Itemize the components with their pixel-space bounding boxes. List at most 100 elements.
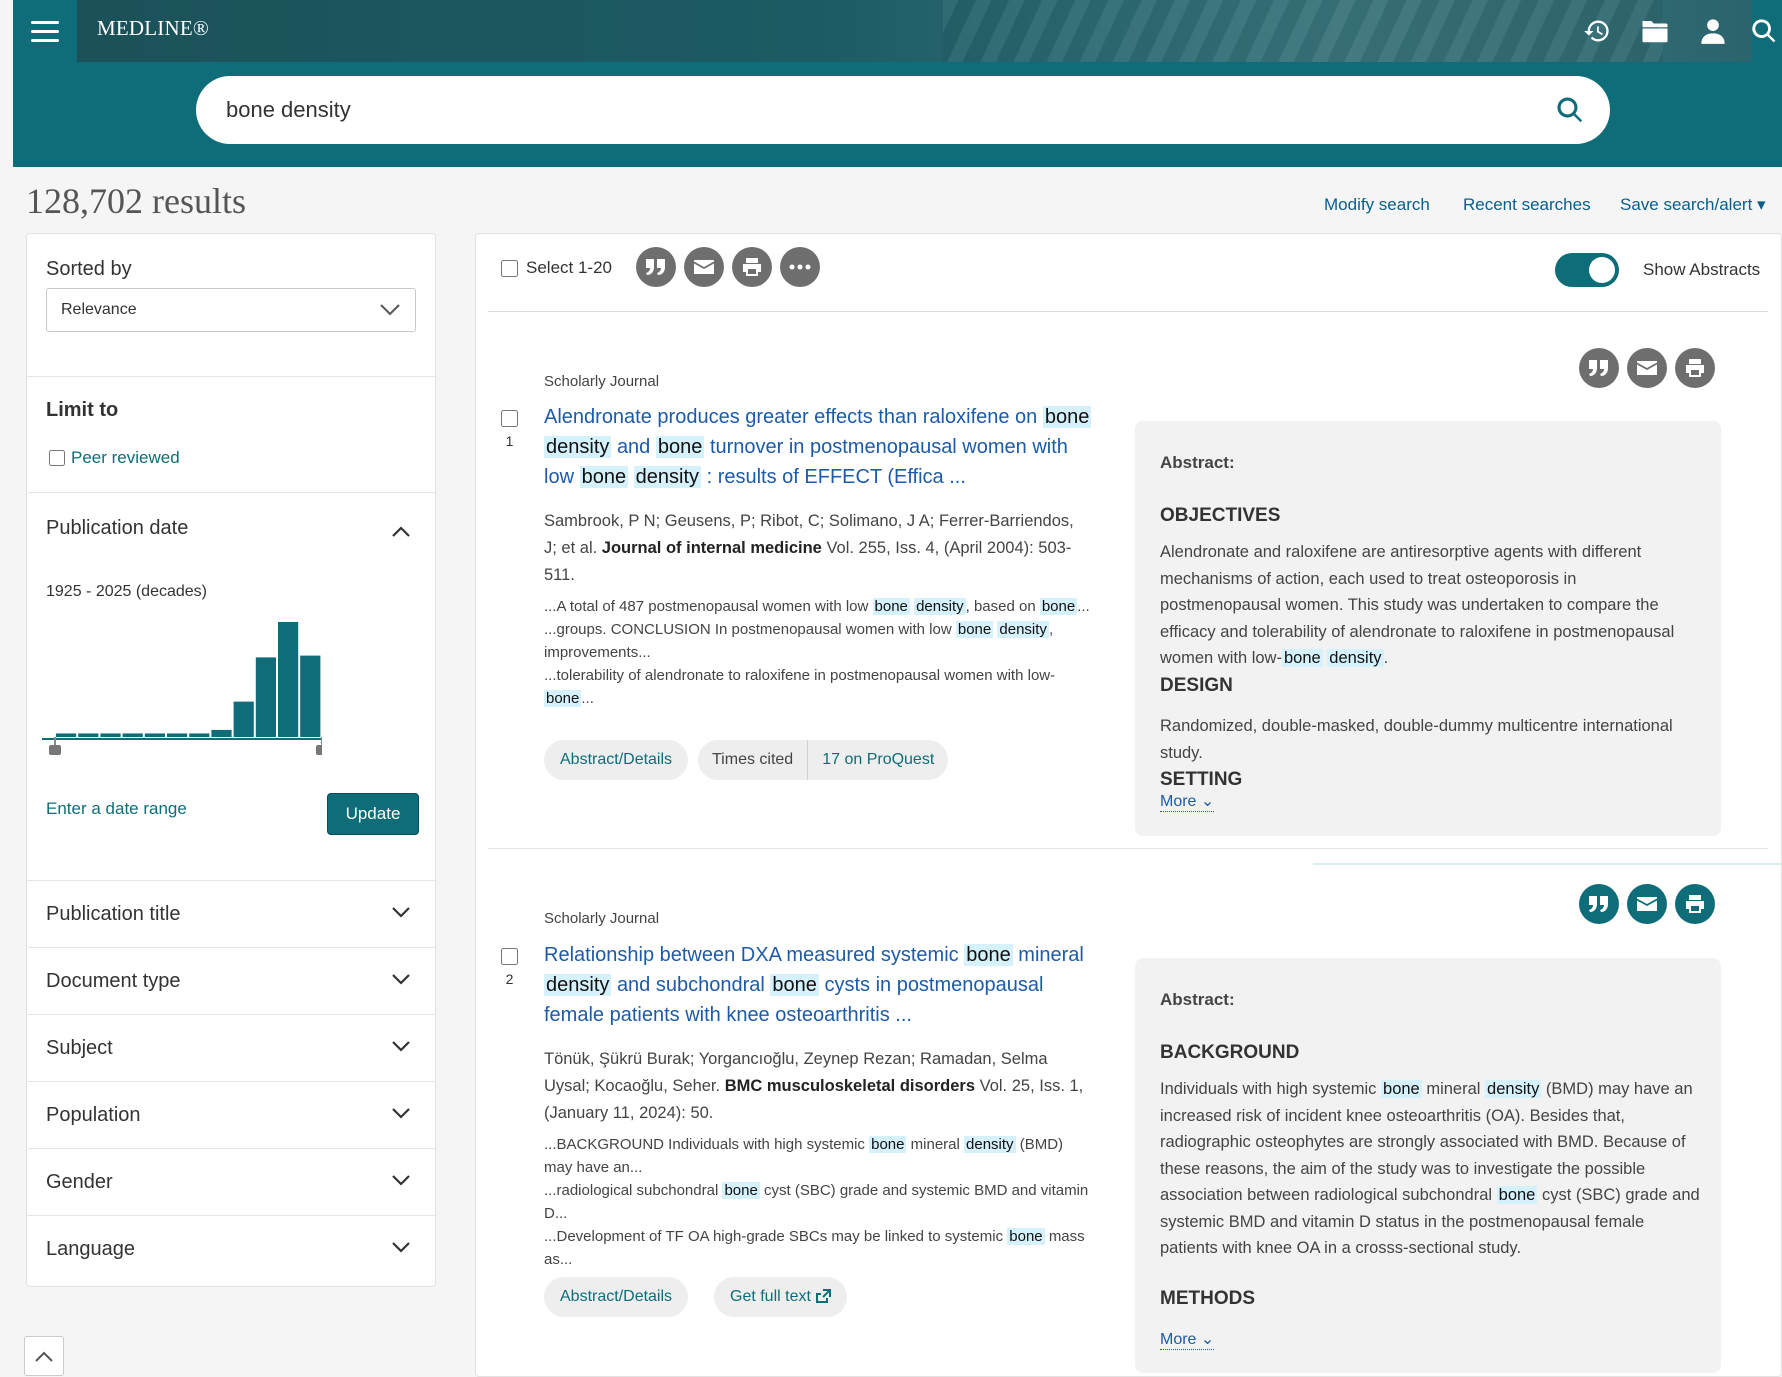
limit-to-heading: Limit to [46,399,119,421]
email-button[interactable] [1627,348,1667,388]
abstract-section-heading: BACKGROUND [1160,1042,1300,1063]
save-search-alert-link[interactable]: Save search/alert ▾ [1620,195,1766,215]
filters-sidebar: Sorted by Relevance Limit to Peer review… [26,233,436,1287]
highlight-term: bone [655,436,705,458]
button-label: Abstract/Details [560,751,673,768]
print-button[interactable] [732,247,772,287]
chevron-up-icon[interactable] [391,524,411,538]
times-cited-label: Times cited [698,740,809,780]
histogram-bar[interactable] [167,733,188,737]
select-all-label[interactable]: Select 1-20 [526,258,612,278]
facet-subject[interactable]: Subject [27,1014,435,1081]
title-text: : results of EFFECT (Effica ... [706,466,966,488]
sort-select[interactable]: Relevance [46,288,416,332]
peer-reviewed-label[interactable]: Peer reviewed [71,448,180,468]
envelope-icon [1637,361,1657,375]
histogram-bars [56,622,321,737]
histogram-bar[interactable] [255,657,276,737]
update-button[interactable]: Update [327,793,419,835]
histogram-bar[interactable] [278,622,299,737]
result-citation: Tönük, Şükrü Burak; Yorgancıoğlu, Zeynep… [544,1046,1084,1127]
snippet: ...Development of TF OA high-grade SBCs … [544,1228,1085,1268]
abstract-label: Abstract: [1160,990,1235,1009]
title-text: Alendronate produces greater effects tha… [544,406,1038,428]
print-button[interactable] [1675,884,1715,924]
user-icon[interactable] [1696,14,1730,48]
histogram-bar[interactable] [300,655,321,737]
facet-label: Publication title [46,903,181,925]
abstract-section-heading: METHODS [1160,1288,1255,1309]
result-title-link[interactable]: Alendronate produces greater effects tha… [544,402,1094,492]
date-range-caption: 1925 - 2025 (decades) [46,583,207,600]
search-submit-button[interactable] [1550,90,1590,130]
divider [27,376,435,377]
search-icon[interactable] [1749,14,1779,48]
snippet: ...BACKGROUND Individuals with high syst… [544,1136,1064,1176]
more-link[interactable]: More ⌄ [1160,1329,1215,1350]
print-button[interactable] [1675,348,1715,388]
facet-label: Language [46,1238,135,1260]
publication-date-histogram[interactable] [42,609,322,759]
abstract-label: Abstract: [1160,453,1235,472]
quote-icon [1589,360,1608,376]
facet-publication-title[interactable]: Publication title [27,880,435,947]
more-link[interactable]: More ⌄ [1160,791,1215,812]
facet-population[interactable]: Population [27,1081,435,1148]
highlight-term: bone [1042,406,1092,428]
abstract-panel: Abstract: BACKGROUND Individuals with hi… [1135,958,1721,1373]
histogram-bar[interactable] [56,733,77,737]
sorted-by-label: Sorted by [46,258,132,280]
banner-artwork [943,0,1663,62]
menu-button[interactable] [13,0,77,62]
brand-logo[interactable]: MEDLINE® [97,16,209,41]
facet-document-type[interactable]: Document type [27,947,435,1014]
facet-gender[interactable]: Gender [27,1148,435,1215]
result-item: Scholarly Journal 1 Alendronate produces… [488,312,1768,872]
cite-button[interactable] [1579,884,1619,924]
histogram-bar[interactable] [144,733,165,737]
histogram-bar[interactable] [233,701,254,737]
cite-button[interactable] [1579,348,1619,388]
histogram-bar[interactable] [189,733,210,737]
recent-searches-link[interactable]: Recent searches [1463,195,1591,215]
abstract-details-button[interactable]: Abstract/Details [544,740,689,780]
show-abstracts-toggle[interactable] [1555,253,1619,287]
modify-search-link[interactable]: Modify search [1324,195,1430,215]
abstract-details-button[interactable]: Abstract/Details [544,1277,689,1317]
highlight-term: density [633,466,702,488]
facet-language[interactable]: Language [27,1215,435,1282]
history-icon[interactable] [1580,14,1614,48]
enter-date-range-link[interactable]: Enter a date range [46,799,187,819]
cite-button[interactable] [636,247,676,287]
select-all-control[interactable]: Select 1-20 [501,258,612,278]
chevron-down-icon [392,1242,410,1253]
publication-date-heading[interactable]: Publication date [46,517,188,540]
abstract-section-heading: OBJECTIVES [1160,505,1281,526]
result-number: 1 [505,433,514,449]
times-cited-value[interactable]: 17 on ProQuest [808,751,948,769]
quote-icon [646,259,665,275]
times-cited-badge[interactable]: Times cited 17 on ProQuest [698,740,949,780]
histogram-bar[interactable] [78,733,99,737]
peer-reviewed-checkbox[interactable] [49,450,65,466]
more-dots-icon [789,264,811,270]
histogram-bar[interactable] [100,733,121,737]
histogram-bar[interactable] [211,729,232,737]
more-actions-button[interactable] [780,247,820,287]
result-title-link[interactable]: Relationship between DXA measured system… [544,940,1094,1030]
select-all-checkbox[interactable] [501,259,518,277]
envelope-icon [694,260,714,274]
folder-icon[interactable] [1638,14,1672,48]
peer-reviewed-filter[interactable]: Peer reviewed [49,448,180,468]
search-input[interactable] [226,92,1506,128]
result-checkbox[interactable] [501,410,518,427]
search-bar [196,76,1610,144]
histogram-bar[interactable] [122,733,143,737]
email-button[interactable] [1627,884,1667,924]
get-full-text-button[interactable]: Get full text [714,1277,848,1317]
email-button[interactable] [684,247,724,287]
result-checkbox[interactable] [501,948,518,965]
abstract-text: Randomized, double-masked, double-dummy … [1160,717,1673,762]
facet-label: Population [46,1104,141,1126]
scroll-to-top-button[interactable] [24,1336,64,1376]
